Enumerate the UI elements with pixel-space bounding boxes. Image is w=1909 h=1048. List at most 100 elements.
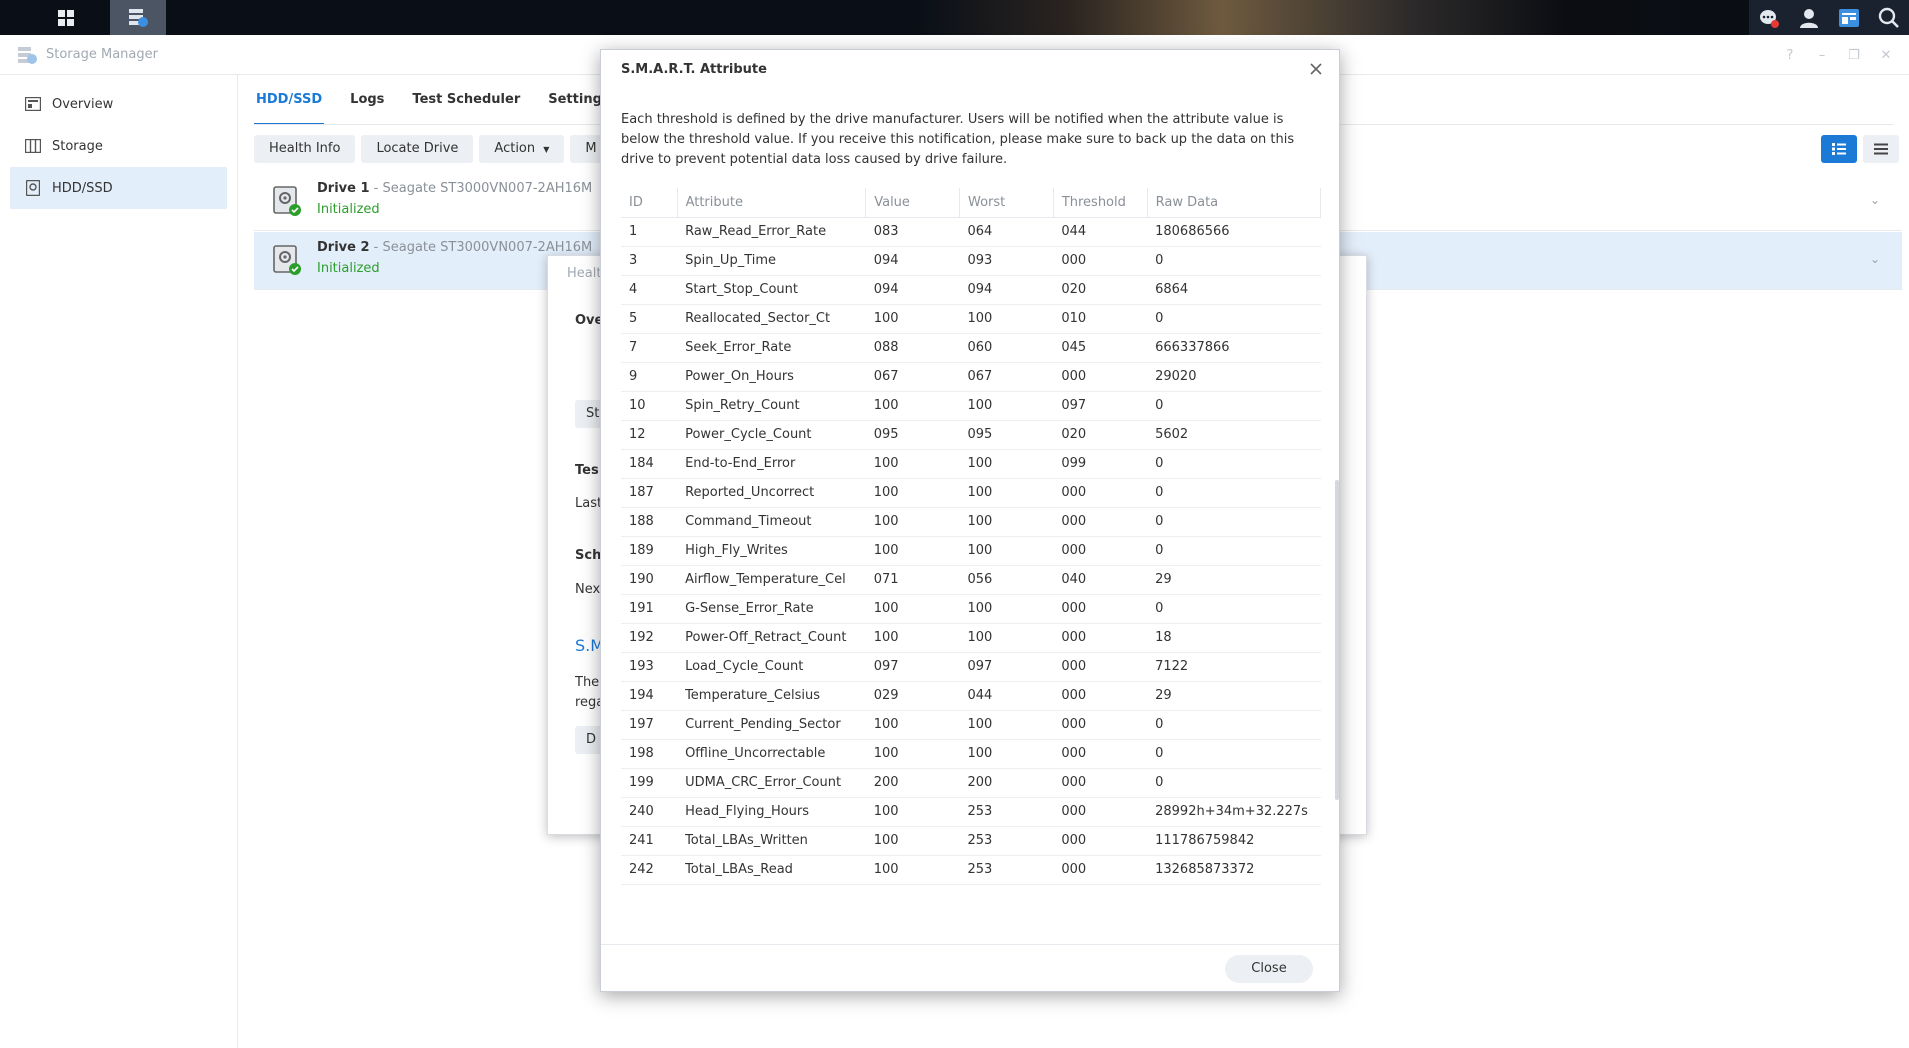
table-row[interactable]: 10 Spin_Retry_Count 100 100 097 0 [621,391,1321,421]
column-header[interactable]: Value [865,188,961,218]
table-row[interactable]: 187 Reported_Uncorrect 100 100 000 0 [621,478,1321,508]
table-row[interactable]: 189 High_Fly_Writes 100 100 000 0 [621,536,1321,566]
health-schedule-heading: Sch [575,548,602,563]
search-button[interactable] [1869,0,1909,35]
smart-attribute-dialog: S.M.A.R.T. Attribute Each threshold is d… [600,49,1340,992]
taskbar-storage-manager-button[interactable] [110,0,166,35]
column-header[interactable]: Attribute [677,188,867,218]
table-cell: 097 [865,652,960,682]
column-header[interactable]: ID [621,188,678,218]
sidebar-item-storage[interactable]: Storage [10,125,227,167]
column-header[interactable]: Threshold [1053,188,1148,218]
sidebar-item-label: Storage [52,138,103,154]
table-cell: 200 [865,768,960,798]
table-cell: 18 [1147,623,1321,653]
close-icon[interactable] [1307,60,1325,78]
user-button[interactable] [1789,0,1829,35]
table-cell: 000 [1053,507,1148,537]
minimize-button[interactable]: – [1813,48,1831,63]
table-cell: 100 [865,507,960,537]
table-cell: 12 [621,420,678,450]
health-last-label: Last [575,496,603,511]
table-cell: 064 [959,217,1054,247]
chevron-down-icon[interactable]: ⌄ [1870,252,1880,266]
table-row[interactable]: 240 Head_Flying_Hours 100 253 000 28992h+34m+… [621,797,1321,827]
table-row[interactable]: 241 Total_LBAs_Written 100 253 000 1117867598… [621,826,1321,856]
table-cell: 100 [865,304,960,334]
table-cell: Airflow_Temperature_Cel [677,565,866,595]
tab-test-scheduler[interactable]: Test Scheduler [410,75,522,125]
column-header[interactable]: Raw Data [1147,188,1322,218]
table-cell: 095 [865,420,960,450]
table-cell: 071 [865,565,960,595]
table-row[interactable]: 3 Spin_Up_Time 094 093 000 0 [621,246,1321,276]
table-cell: 111786759842 [1147,826,1321,856]
main-menu-button[interactable] [38,0,94,35]
table-row[interactable]: 197 Current_Pending_Sector 100 100 000 0 [621,710,1321,740]
table-row[interactable]: 242 Total_LBAs_Read 100 253 000 132685873372 [621,855,1321,885]
table-cell: 000 [1053,739,1148,769]
table-cell: 100 [865,739,960,769]
table-cell: Power-Off_Retract_Count [677,623,866,653]
widgets-button[interactable] [1829,0,1869,35]
tab-hdd-ssd[interactable]: HDD/SSD [254,75,325,125]
table-row[interactable]: 193 Load_Cycle_Count 097 097 000 7122 [621,652,1321,682]
sidebar-item-hdd-ssd[interactable]: HDD/SSD [10,167,227,209]
locate-drive-button[interactable]: Locate Drive [361,135,474,163]
table-cell: Load_Cycle_Count [677,652,866,682]
column-header[interactable]: Worst [959,188,1054,218]
close-window-button[interactable]: ✕ [1877,48,1895,63]
table-cell: 0 [1147,391,1321,421]
table-row[interactable]: 4 Start_Stop_Count 094 094 020 6864 [621,275,1321,305]
window-title: Storage Manager [46,47,158,62]
table-cell: 100 [865,797,960,827]
table-row[interactable]: 5 Reallocated_Sector_Ct 100 100 010 0 [621,304,1321,334]
list-view-button[interactable] [1863,135,1899,163]
scrollbar[interactable] [1335,480,1339,800]
caret-down-icon: ▼ [543,145,550,154]
detail-view-button[interactable] [1821,135,1857,163]
close-button[interactable]: Close [1225,955,1313,983]
notifications-button[interactable] [1749,0,1789,35]
table-row[interactable]: 192 Power-Off_Retract_Count 100 100 000 18 [621,623,1321,653]
grid-icon [58,9,74,26]
table-cell: 097 [1053,391,1148,421]
sidebar-item-overview[interactable]: Overview [10,83,227,125]
table-cell: 100 [959,391,1054,421]
hdd-healthy-icon [273,245,301,275]
table-cell: 5602 [1147,420,1321,450]
table-row[interactable]: 194 Temperature_Celsius 029 044 000 29 [621,681,1321,711]
table-row[interactable]: 184 End-to-End_Error 100 100 099 0 [621,449,1321,479]
table-cell: 000 [1053,594,1148,624]
table-cell: 198 [621,739,678,769]
table-row[interactable]: 188 Command_Timeout 100 100 000 0 [621,507,1321,537]
table-row[interactable]: 12 Power_Cycle_Count 095 095 020 5602 [621,420,1321,450]
table-cell: 29020 [1147,362,1321,392]
table-row[interactable]: 190 Airflow_Temperature_Cel 071 056 040 29 [621,565,1321,595]
table-cell: Reallocated_Sector_Ct [677,304,866,334]
maximize-button[interactable]: ❐ [1845,48,1863,63]
table-row[interactable]: 191 G-Sense_Error_Rate 100 100 000 0 [621,594,1321,624]
table-cell: 191 [621,594,678,624]
table-cell: 29 [1147,565,1321,595]
table-cell: 0 [1147,304,1321,334]
table-row[interactable]: 1 Raw_Read_Error_Rate 083 064 044 180686566 [621,217,1321,247]
health-info-button[interactable]: Health Info [254,135,356,163]
action-dropdown-button[interactable]: Action ▼ [479,135,565,163]
table-row[interactable]: 9 Power_On_Hours 067 067 000 29020 [621,362,1321,392]
storage-manager-icon [18,46,37,64]
table-cell: 253 [959,855,1054,885]
help-button[interactable]: ? [1781,48,1799,63]
chevron-down-icon[interactable]: ⌄ [1870,193,1880,207]
table-cell: 100 [865,391,960,421]
table-row[interactable]: 198 Offline_Uncorrectable 100 100 000 0 [621,739,1321,769]
tab-logs[interactable]: Logs [348,75,386,125]
table-row[interactable]: 199 UDMA_CRC_Error_Count 200 200 000 0 [621,768,1321,798]
table-cell: 000 [1053,246,1148,276]
table-cell: 0 [1147,710,1321,740]
table-cell: 184 [621,449,678,479]
tab-bar: HDD/SSD Logs Test Scheduler Settings [254,75,612,125]
table-row[interactable]: 7 Seek_Error_Rate 088 060 045 666337866 [621,333,1321,363]
table-cell: 0 [1147,739,1321,769]
table-cell: G-Sense_Error_Rate [677,594,866,624]
